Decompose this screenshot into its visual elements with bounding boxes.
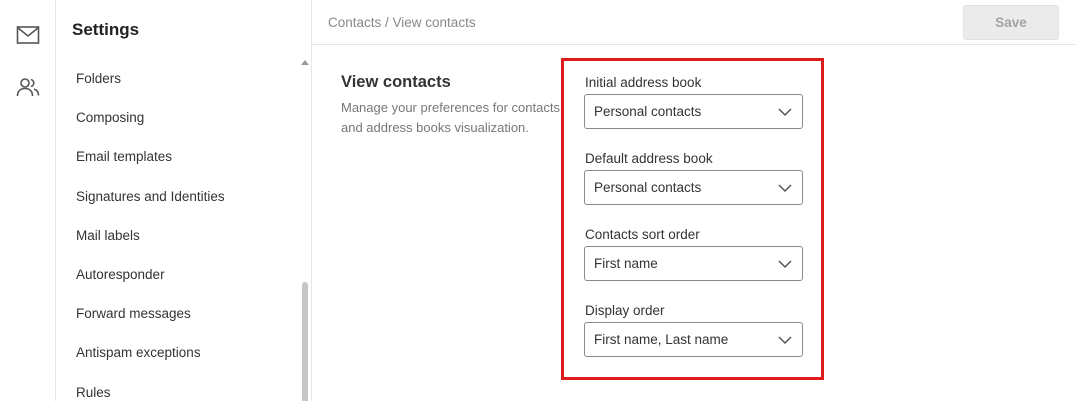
scrollbar-thumb[interactable] [302, 282, 308, 401]
display-order-label: Display order [585, 303, 665, 318]
sidebar-item-signatures[interactable]: Signatures and Identities [56, 177, 302, 216]
contacts-sort-order-select[interactable]: First name [584, 246, 803, 281]
select-value: First name, Last name [594, 332, 729, 347]
contacts-button[interactable] [14, 73, 42, 101]
chevron-down-icon [778, 336, 792, 345]
select-value: Personal contacts [594, 180, 702, 195]
initial-address-book-label: Initial address book [585, 75, 702, 90]
sidebar-title: Settings [72, 20, 140, 39]
app-rail [0, 0, 56, 401]
default-address-book-select[interactable]: Personal contacts [584, 170, 803, 205]
initial-address-book-select[interactable]: Personal contacts [584, 94, 803, 129]
settings-nav: Folders Composing Email templates Signat… [56, 59, 302, 401]
sidebar-item-rules[interactable]: Rules [56, 373, 302, 401]
mail-icon [16, 26, 40, 44]
default-address-book-label: Default address book [585, 151, 713, 166]
sidebar-item-autoresponder[interactable]: Autoresponder [56, 255, 302, 294]
display-order-select[interactable]: First name, Last name [584, 322, 803, 357]
page-title: View contacts [341, 73, 451, 91]
chevron-down-icon [778, 184, 792, 193]
chevron-down-icon [778, 108, 792, 117]
sidebar-item-composing[interactable]: Composing [56, 98, 302, 137]
chevron-down-icon [778, 260, 792, 269]
sidebar-item-antispam-exceptions[interactable]: Antispam exceptions [56, 333, 302, 372]
breadcrumb: Contacts / View contacts [328, 15, 476, 30]
page-description: Manage your preferences for contacts and… [341, 100, 560, 135]
sidebar-item-folders[interactable]: Folders [56, 59, 302, 98]
settings-sidebar: Settings Folders Composing Email templat… [56, 0, 312, 401]
select-value: First name [594, 256, 658, 271]
sidebar-item-email-templates[interactable]: Email templates [56, 137, 302, 176]
sidebar-scrollbar[interactable] [301, 60, 309, 401]
scroll-up-arrow-icon[interactable] [301, 60, 309, 65]
contacts-sort-order-label: Contacts sort order [585, 227, 700, 242]
contacts-icon [16, 78, 40, 97]
save-button[interactable]: Save [963, 5, 1059, 40]
top-bar: Contacts / View contacts Save [312, 0, 1075, 45]
mail-button[interactable] [14, 21, 42, 49]
sidebar-item-mail-labels[interactable]: Mail labels [56, 216, 302, 255]
sidebar-item-forward-messages[interactable]: Forward messages [56, 294, 302, 333]
select-value: Personal contacts [594, 104, 702, 119]
